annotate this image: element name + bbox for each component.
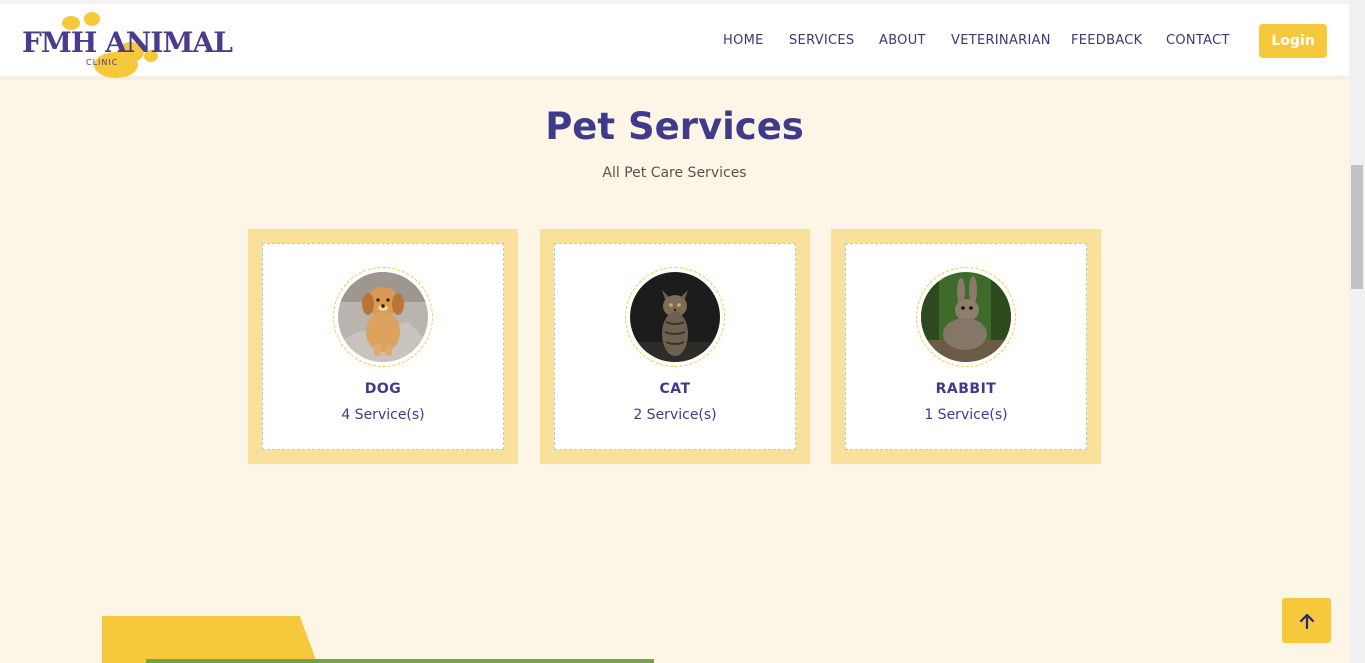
card-title: CAT	[659, 381, 691, 397]
brand-name: FMH ANIMAL	[22, 26, 233, 59]
scroll-to-top-button[interactable]	[1282, 598, 1331, 643]
nav-veterinarian[interactable]: VETERINARIAN	[951, 33, 1051, 48]
paw-toe	[84, 12, 100, 26]
section-subtitle: All Pet Care Services	[602, 165, 747, 181]
cat-photo	[630, 272, 720, 362]
nav-about[interactable]: ABOUT	[879, 33, 926, 48]
service-card-dog[interactable]: DOG 4 Service(s)	[248, 229, 518, 464]
nav-home[interactable]: HOME	[723, 33, 764, 48]
brand-sub: CLINIC	[86, 58, 119, 67]
service-card-cat[interactable]: CAT 2 Service(s)	[540, 229, 810, 464]
card-inner: CAT 2 Service(s)	[554, 243, 796, 450]
section-title: Pet Services	[545, 105, 804, 148]
card-title: RABBIT	[935, 381, 997, 397]
avatar-ring	[916, 267, 1016, 367]
nav-services[interactable]: SERVICES	[789, 33, 854, 48]
brand-logo[interactable]: FMH ANIMAL CLINIC	[22, 12, 233, 78]
card-service-count: 4 Service(s)	[341, 407, 425, 423]
next-section-image-edge	[146, 659, 654, 663]
nav-feedback[interactable]: FEEDBACK	[1071, 33, 1143, 48]
scrollbar-thumb[interactable]	[1351, 165, 1363, 289]
site-header: FMH ANIMAL CLINIC HOME SERVICES ABOUT VE…	[0, 4, 1349, 78]
service-card-rabbit[interactable]: RABBIT 1 Service(s)	[831, 229, 1101, 464]
card-service-count: 1 Service(s)	[924, 407, 1008, 423]
avatar-ring	[625, 267, 725, 367]
next-section-banner	[102, 616, 317, 663]
avatar-ring	[333, 267, 433, 367]
card-inner: RABBIT 1 Service(s)	[845, 243, 1087, 450]
card-inner: DOG 4 Service(s)	[262, 243, 504, 450]
scrollbar-track[interactable]	[1349, 0, 1365, 663]
rabbit-photo	[921, 272, 1011, 362]
nav-contact[interactable]: CONTACT	[1166, 33, 1230, 48]
arrow-up-icon	[1299, 613, 1314, 629]
login-button[interactable]: Login	[1259, 24, 1327, 58]
card-title: DOG	[364, 381, 402, 397]
dog-photo	[338, 272, 428, 362]
card-service-count: 2 Service(s)	[633, 407, 717, 423]
